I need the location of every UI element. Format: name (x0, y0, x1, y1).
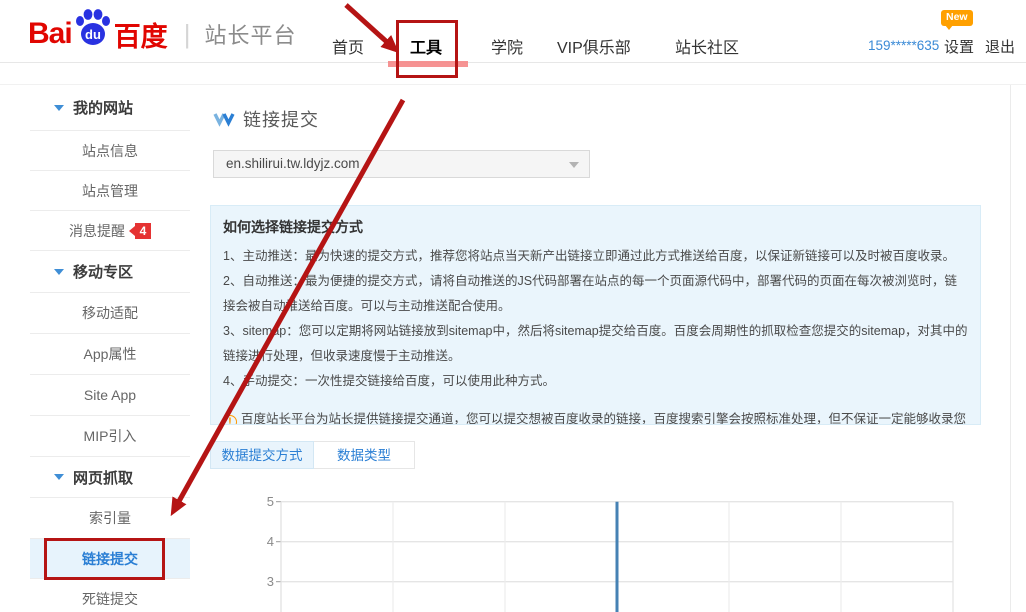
link-submit-icon (213, 111, 235, 127)
baidu-webmaster-page: Bai du 百度 | 站长平台 首页 工具 学院 VIP俱乐部 站长社区 15… (0, 0, 1026, 612)
y-tick-3: 3 (267, 574, 274, 589)
data-tabs: 数据提交方式 数据类型 (210, 441, 415, 469)
nav-active-underline (388, 61, 468, 67)
user-account-link[interactable]: 159*****635 (868, 38, 939, 53)
sidebar-item-link-submit[interactable]: 链接提交 (30, 539, 190, 579)
tab-submit-method[interactable]: 数据提交方式 (210, 441, 314, 469)
notice-line: !百度站长平台为站长提供链接提交通道，您可以提交想被百度收录的链接，百度搜索引擎… (223, 407, 968, 425)
sidebar-item-site-manage[interactable]: 站点管理 (30, 171, 190, 211)
y-tick-5: 5 (267, 494, 274, 509)
sidebar-item-mobile-adapt[interactable]: 移动适配 (30, 293, 190, 334)
sidebar-group-web-crawl[interactable]: 网页抓取 (30, 457, 190, 498)
sidebar-item-mip-import[interactable]: MIP引入 (30, 416, 190, 457)
logout-link[interactable]: 退出 (985, 36, 1015, 57)
sidebar-item-message-remind[interactable]: 消息提醒 4 (30, 211, 190, 251)
baidu-logo[interactable]: Bai du 百度 | 站长平台 (28, 12, 296, 56)
warning-icon: ! (223, 415, 237, 425)
help-line-manual: 4、手动提交：一次性提交链接给百度，可以使用此种方式。 (223, 369, 968, 394)
header: Bai du 百度 | 站长平台 首页 工具 学院 VIP俱乐部 站长社区 15… (0, 0, 1026, 63)
nav-webmaster-community[interactable]: 站长社区 (675, 34, 739, 58)
y-tick-4: 4 (267, 534, 274, 549)
sidebar-item-site-app[interactable]: Site App (30, 375, 190, 416)
page-title-row: 链接提交 (213, 106, 319, 132)
new-badge: New (941, 10, 973, 26)
notice-text: 百度站长平台为站长提供链接提交通道，您可以提交想被百度收录的链接，百度搜索引擎会… (223, 412, 966, 425)
submission-help-box: 如何选择链接提交方式 1、主动推送：最为快速的提交方式，推荐您将站点当天新产出链… (210, 205, 981, 425)
sidebar: 我的网站 站点信息 站点管理 消息提醒 4 移动专区 移动适配 App属性 Si… (30, 85, 190, 612)
nav-vip-club[interactable]: VIP俱乐部 (557, 34, 631, 58)
settings-link[interactable]: 设置 (944, 36, 974, 57)
submission-chart: 5 4 3 (240, 480, 1015, 612)
nav-tools[interactable]: 工具 (410, 34, 442, 58)
site-selector-dropdown[interactable]: en.shilirui.tw.ldyjz.com (213, 150, 590, 178)
logo-bai-text: Bai (28, 17, 72, 51)
sidebar-item-app-attribute[interactable]: App属性 (30, 334, 190, 375)
help-line-sitemap: 3、sitemap：您可以定期将网站链接放到sitemap中，然后将sitema… (223, 319, 968, 369)
site-selector-value: en.shilirui.tw.ldyjz.com (226, 156, 360, 171)
sidebar-group-my-site[interactable]: 我的网站 (30, 85, 190, 131)
chevron-down-icon (54, 474, 64, 480)
chevron-down-icon (569, 162, 579, 168)
logo-cn-text: 百度 (114, 15, 168, 54)
sidebar-item-dead-link-submit[interactable]: 死链提交 (30, 579, 190, 612)
message-count-badge: 4 (129, 223, 151, 239)
logo-divider: | (184, 19, 191, 50)
logo-platform-text: 站长平台 (204, 18, 296, 50)
page-title: 链接提交 (243, 106, 319, 132)
sidebar-item-index-volume[interactable]: 索引量 (30, 498, 190, 539)
help-box-title: 如何选择链接提交方式 (223, 217, 968, 237)
nav-home[interactable]: 首页 (332, 34, 364, 58)
chevron-down-icon (54, 105, 64, 111)
tab-data-type[interactable]: 数据类型 (314, 441, 415, 469)
sidebar-item-site-info[interactable]: 站点信息 (30, 131, 190, 171)
help-line-active-push: 1、主动推送：最为快速的提交方式，推荐您将站点当天新产出链接立即通过此方式推送给… (223, 244, 968, 269)
help-line-auto-push: 2、自动推送：最为便捷的提交方式，请将自动推送的JS代码部署在站点的每一个页面源… (223, 269, 968, 319)
svg-text:du: du (85, 27, 101, 42)
sidebar-group-mobile-zone[interactable]: 移动专区 (30, 251, 190, 293)
nav-academy[interactable]: 学院 (491, 34, 523, 58)
baidu-paw-icon: du (73, 8, 113, 50)
chevron-down-icon (54, 269, 64, 275)
